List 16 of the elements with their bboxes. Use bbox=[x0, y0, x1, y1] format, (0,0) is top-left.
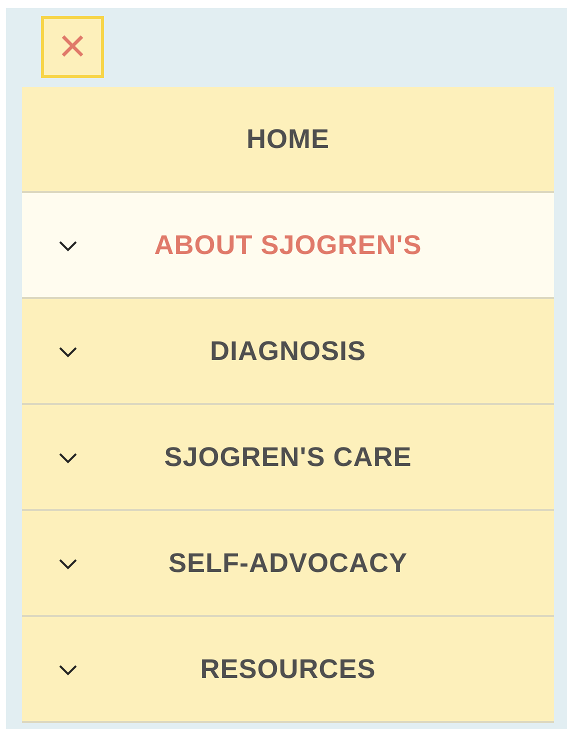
menu-item-label: RESOURCES bbox=[200, 652, 376, 686]
chevron-down-icon[interactable] bbox=[58, 240, 78, 252]
chevron-down-icon[interactable] bbox=[58, 452, 78, 464]
chevron-down-icon[interactable] bbox=[58, 558, 78, 570]
menu-item-label: ABOUT SJOGREN'S bbox=[154, 228, 422, 262]
menu-item[interactable]: DIAGNOSIS bbox=[22, 299, 554, 405]
menu-item[interactable]: HOME bbox=[22, 87, 554, 193]
menu-item[interactable]: SJOGREN'S CARE bbox=[22, 405, 554, 511]
menu-item[interactable]: RESOURCES bbox=[22, 617, 554, 723]
menu-item[interactable]: SELF-ADVOCACY bbox=[22, 511, 554, 617]
menu-item-label: SJOGREN'S CARE bbox=[164, 440, 412, 474]
menu-item-label: HOME bbox=[246, 122, 330, 156]
chevron-down-icon[interactable] bbox=[58, 346, 78, 358]
chevron-down-icon[interactable] bbox=[58, 664, 78, 676]
menu-item-label: DIAGNOSIS bbox=[210, 334, 366, 368]
menu-item-label: SELF-ADVOCACY bbox=[168, 546, 408, 580]
